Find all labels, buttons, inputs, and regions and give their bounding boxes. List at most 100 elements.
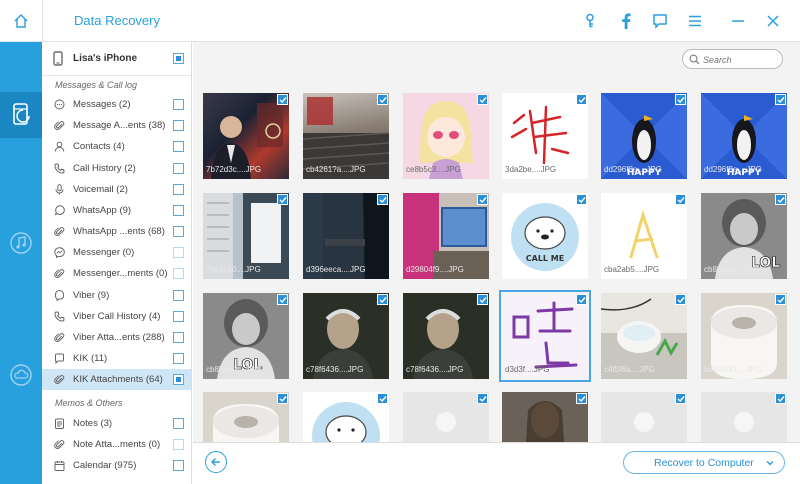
category-viber[interactable]: Viber (9) bbox=[42, 285, 191, 306]
recover-to-computer-button[interactable]: Recover to Computer bbox=[623, 451, 785, 474]
category-calendar[interactable]: Calendar (975) bbox=[42, 455, 191, 476]
category-checkbox[interactable] bbox=[173, 184, 184, 195]
thumbnail[interactable]: c78f6436....JPG bbox=[303, 293, 389, 379]
icloud-backup-icon[interactable] bbox=[0, 360, 42, 390]
thumbnail-checkbox[interactable] bbox=[576, 294, 587, 305]
thumbnail[interactable] bbox=[601, 392, 687, 442]
key-icon[interactable] bbox=[580, 11, 600, 31]
thumbnail-checkbox[interactable] bbox=[675, 94, 686, 105]
close-icon[interactable] bbox=[763, 11, 783, 31]
category-checkbox[interactable] bbox=[173, 439, 184, 450]
thumbnail[interactable]: HAPPY dd296f8e....JPG bbox=[601, 93, 687, 179]
category-viber-call-history[interactable]: Viber Call History (4) bbox=[42, 306, 191, 327]
thumbnail-checkbox[interactable] bbox=[775, 94, 786, 105]
facebook-icon[interactable] bbox=[616, 11, 636, 31]
chevron-down-icon[interactable] bbox=[765, 458, 775, 468]
category-messenger[interactable]: Messenger (0) bbox=[42, 242, 191, 263]
thumbnail[interactable]: cb4261?a....JPG bbox=[303, 93, 389, 179]
thumbnail-checkbox[interactable] bbox=[675, 194, 686, 205]
category-checkbox[interactable] bbox=[173, 163, 184, 174]
category-checkbox[interactable] bbox=[173, 290, 184, 301]
thumbnail-checkbox[interactable] bbox=[576, 393, 587, 404]
category-checkbox[interactable] bbox=[173, 268, 184, 279]
thumbnail[interactable]: bd49d0f1....JPG bbox=[701, 293, 787, 379]
category-checkbox[interactable] bbox=[173, 353, 184, 364]
category-messenger-attachments[interactable]: Messenger...ments (0) bbox=[42, 263, 191, 284]
thumbnail[interactable] bbox=[701, 392, 787, 442]
category-checkbox[interactable] bbox=[173, 141, 184, 152]
category-whatsapp-attachments[interactable]: WhatsApp ...ents (68) bbox=[42, 221, 191, 242]
thumbnail[interactable]: 7ce2c40....JPG bbox=[203, 193, 289, 279]
thumbnail-checkbox[interactable] bbox=[775, 393, 786, 404]
thumbnail[interactable]: LOL cb8b09b....JPG bbox=[701, 193, 787, 279]
category-voicemail[interactable]: Voicemail (2) bbox=[42, 179, 191, 200]
thumbnail-checkbox[interactable] bbox=[477, 94, 488, 105]
thumbnail-checkbox[interactable] bbox=[377, 393, 388, 404]
category-checkbox[interactable] bbox=[173, 247, 184, 258]
thumbnail[interactable]: d3d3f....JPG bbox=[499, 290, 591, 382]
thumbnail[interactable]: CALL ME bbox=[502, 193, 588, 279]
thumbnail[interactable]: LOL cb8b09b....JPG bbox=[203, 293, 289, 379]
thumbnail-checkbox[interactable] bbox=[277, 194, 288, 205]
search-box[interactable] bbox=[682, 49, 783, 69]
category-checkbox[interactable] bbox=[173, 332, 184, 343]
category-kik[interactable]: KIK (11) bbox=[42, 348, 191, 369]
thumbnail[interactable] bbox=[403, 392, 489, 442]
thumbnail-checkbox[interactable] bbox=[576, 194, 587, 205]
thumbnail[interactable] bbox=[502, 392, 588, 442]
thumbnail[interactable]: cba2ab5....JPG bbox=[601, 193, 687, 279]
category-whatsapp[interactable]: WhatsApp (9) bbox=[42, 200, 191, 221]
category-checkbox[interactable] bbox=[173, 205, 184, 216]
category-checkbox[interactable] bbox=[173, 460, 184, 471]
category-checkbox[interactable] bbox=[173, 99, 184, 110]
thumbnail[interactable]: c4f5f6a....JPG bbox=[601, 293, 687, 379]
category-checkbox[interactable] bbox=[173, 120, 184, 131]
thumbnail-checkbox[interactable] bbox=[277, 94, 288, 105]
device-recovery-icon[interactable] bbox=[0, 100, 42, 130]
category-checkbox[interactable] bbox=[173, 311, 184, 322]
category-message-attachments[interactable]: Message A...ents (38) bbox=[42, 115, 191, 136]
category-checkbox[interactable] bbox=[173, 374, 184, 385]
minimize-icon[interactable] bbox=[728, 11, 748, 31]
category-call-history[interactable]: Call History (2) bbox=[42, 158, 191, 179]
thumbnail[interactable]: ce8b5c3....JPG bbox=[403, 93, 489, 179]
thumbnail-checkbox[interactable] bbox=[477, 294, 488, 305]
thumbnail-checkbox[interactable] bbox=[377, 194, 388, 205]
thumbnail-checkbox[interactable] bbox=[277, 393, 288, 404]
thumbnail-checkbox[interactable] bbox=[675, 294, 686, 305]
back-button[interactable] bbox=[205, 451, 227, 473]
device-select-all-checkbox[interactable] bbox=[173, 53, 184, 64]
thumbnail-checkbox[interactable] bbox=[377, 94, 388, 105]
thumbnail-checkbox[interactable] bbox=[377, 294, 388, 305]
thumbnail[interactable]: c78f6436....JPG bbox=[403, 293, 489, 379]
thumbnail-checkbox[interactable] bbox=[775, 194, 786, 205]
thumbnail-checkbox[interactable] bbox=[675, 393, 686, 404]
thumbnail[interactable]: HAPPY dd296f8e....JPG bbox=[701, 93, 787, 179]
itunes-backup-icon[interactable] bbox=[0, 228, 42, 258]
category-contacts[interactable]: Contacts (4) bbox=[42, 136, 191, 157]
thumbnail[interactable] bbox=[303, 392, 389, 442]
phone-device-icon bbox=[53, 51, 63, 66]
thumbnail-checkbox[interactable] bbox=[277, 294, 288, 305]
category-notes[interactable]: Notes (3) bbox=[42, 413, 191, 434]
thumbnail[interactable]: d396eeca....JPG bbox=[303, 193, 389, 279]
category-checkbox[interactable] bbox=[173, 226, 184, 237]
home-button[interactable] bbox=[0, 0, 43, 42]
thumbnail-checkbox[interactable] bbox=[775, 294, 786, 305]
category-messages[interactable]: Messages (2) bbox=[42, 94, 191, 115]
thumbnail-checkbox[interactable] bbox=[576, 94, 587, 105]
category-kik-attachments[interactable]: KIK Attachments (64) bbox=[42, 369, 191, 390]
category-note-attachments[interactable]: Note Atta...ments (0) bbox=[42, 434, 191, 455]
feedback-icon[interactable] bbox=[650, 11, 670, 31]
thumbnail[interactable]: d29804f9....JPG bbox=[403, 193, 489, 279]
category-checkbox[interactable] bbox=[173, 418, 184, 429]
category-viber-attachments[interactable]: Viber Atta...ents (288) bbox=[42, 327, 191, 348]
thumbnail-checkbox[interactable] bbox=[477, 194, 488, 205]
thumbnail[interactable]: 7b72d3c....JPG bbox=[203, 93, 289, 179]
thumbnail-checkbox[interactable] bbox=[477, 393, 488, 404]
thumbnail[interactable] bbox=[203, 392, 289, 442]
menu-icon[interactable] bbox=[685, 11, 705, 31]
search-input[interactable] bbox=[703, 53, 779, 66]
device-row[interactable]: Lisa's iPhone bbox=[42, 42, 191, 76]
thumbnail[interactable]: 3da2be....JPG bbox=[502, 93, 588, 179]
